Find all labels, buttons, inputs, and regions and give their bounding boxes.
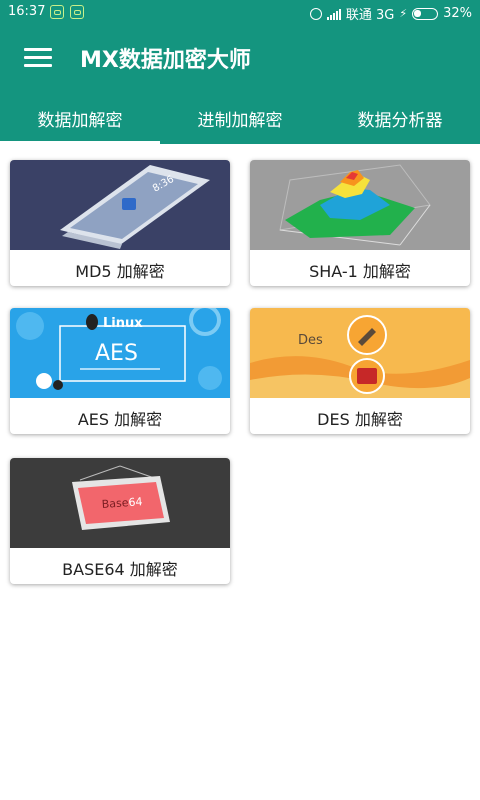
alarm-icon	[309, 7, 322, 20]
aes-banner-text: AES	[95, 341, 138, 366]
linux-aes-banner: Linux AES	[10, 308, 230, 398]
battery-icon	[412, 7, 439, 20]
charging-bolt-icon: ⚡	[399, 7, 408, 20]
battery-percent: 32%	[443, 6, 472, 21]
app-title: MX数据加密大师	[80, 48, 251, 73]
des-card-label: DES 加解密	[317, 410, 403, 429]
android-icon	[50, 5, 64, 19]
status-bar: 16:37 联通 3G ⚡ 32%	[0, 0, 480, 24]
des-banner-text: Des	[298, 333, 323, 348]
phone-illustration: 8:36	[10, 160, 230, 250]
status-time: 16:37	[8, 4, 46, 19]
app-bar: MX数据加密大师	[0, 24, 480, 90]
des-card[interactable]: Des DES 加解密	[250, 308, 470, 434]
tab-radix-crypto[interactable]: 进制加解密	[160, 90, 320, 144]
status-right: 联通 3G ⚡ 32%	[309, 4, 472, 23]
base64-card[interactable]: Base64 BASE64 加解密	[10, 458, 230, 584]
des-banner: Des	[250, 308, 470, 398]
tab-data-crypto[interactable]: 数据加解密	[0, 90, 160, 144]
base64-frame-text: Base	[101, 496, 129, 511]
base64-frame-digits: 64	[128, 495, 143, 509]
hamburger-menu-icon[interactable]	[24, 48, 52, 68]
signal-icon	[326, 8, 341, 20]
carrier-label: 联通 3G	[345, 8, 395, 23]
linux-banner-title: Linux	[103, 316, 143, 331]
sha1-card[interactable]: SHA-1 加解密	[250, 160, 470, 286]
aes-card-label: AES 加解密	[77, 410, 163, 429]
base64-frame-image: Base64	[10, 458, 230, 548]
tab-bar: 数据加解密 进制加解密 数据分析器	[0, 90, 480, 144]
tab-data-analyzer[interactable]: 数据分析器	[320, 90, 480, 144]
base64-card-label: BASE64 加解密	[62, 560, 178, 579]
md5-card[interactable]: 8:36 MD5 加解密	[10, 160, 230, 286]
aes-card[interactable]: Linux AES AES 加解密	[10, 308, 230, 434]
surface-plot-image	[250, 160, 470, 250]
android-icon	[70, 5, 84, 19]
md5-card-label: MD5 加解密	[75, 262, 165, 281]
sha1-card-label: SHA-1 加解密	[309, 262, 411, 281]
